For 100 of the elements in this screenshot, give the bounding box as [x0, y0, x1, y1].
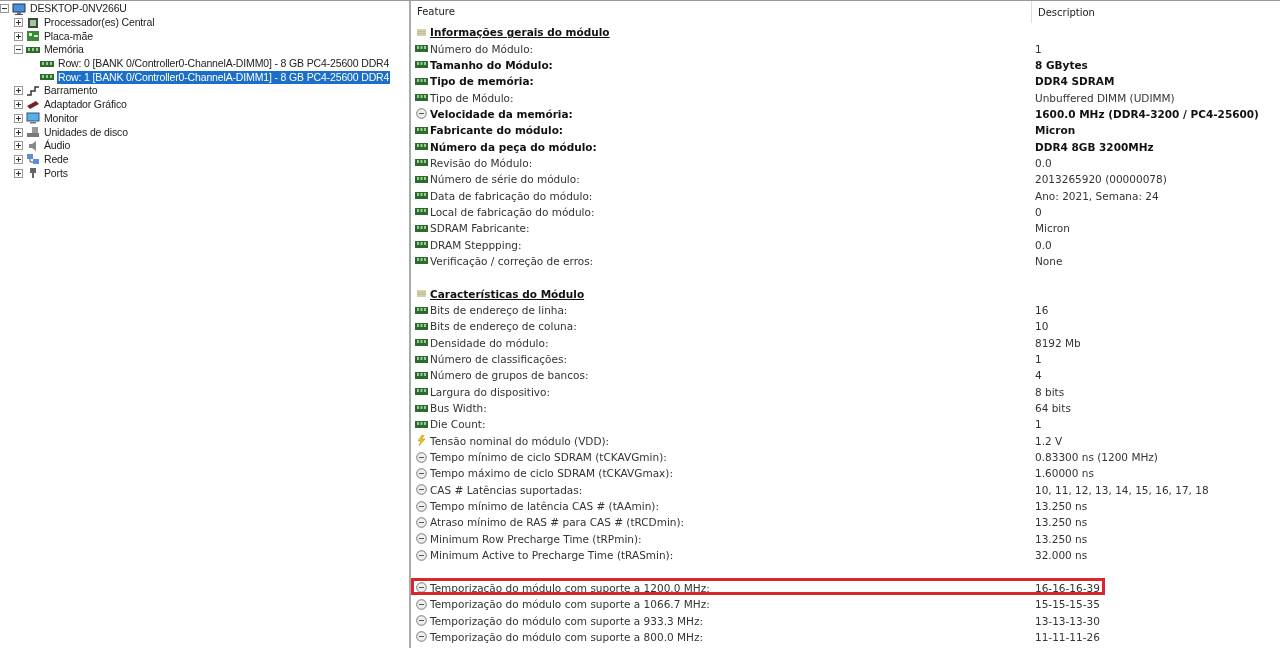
feature-value: 10, 11, 12, 13, 14, 15, 16, 17, 18 — [1034, 483, 1209, 496]
expand-icon[interactable] — [14, 86, 23, 96]
feature-value: 15-15-15-35 — [1034, 598, 1100, 611]
feature-label: Tipo de memória: — [430, 75, 534, 88]
feature-label: Data de fabricação do módulo: — [430, 189, 593, 202]
feature-label: Tempo mínimo de ciclo SDRAM (tCKAVGmin): — [430, 451, 667, 464]
feature-value: Ano: 2021, Semana: 24 — [1034, 189, 1159, 202]
tree-item[interactable]: DESKTOP-0NV266U — [29, 2, 128, 16]
circuit-board-icon — [26, 30, 40, 43]
feature-label: Tempo mínimo de latência CAS # (tAAmin): — [430, 500, 659, 513]
feature-value: Unbuffered DIMM (UDIMM) — [1034, 91, 1175, 104]
list-icon — [415, 288, 428, 300]
memory-module-icon — [415, 386, 428, 398]
feature-value: 32.000 ns — [1034, 549, 1088, 562]
feature-value: 2013265920 (00000078) — [1034, 173, 1167, 186]
feature-value: 1 — [1034, 42, 1042, 55]
feature-label: Tensão nominal do módulo (VDD): — [430, 434, 610, 447]
feature-label: Tempo máximo de ciclo SDRAM (tCKAVGmax): — [430, 467, 673, 480]
feature-label: Temporização do módulo com suporte a 933.3 MHz: — [430, 614, 703, 627]
clock-icon — [415, 108, 428, 120]
memory-module-icon — [415, 239, 428, 251]
feature-value: 13.250 ns — [1034, 516, 1088, 529]
memory-module-icon — [415, 43, 428, 54]
tree-item[interactable]: Monitor — [43, 111, 79, 125]
clock-icon — [415, 484, 428, 496]
clock-icon — [415, 549, 428, 561]
feature-value: 13.250 ns — [1034, 500, 1088, 513]
computer-icon — [12, 2, 26, 15]
feature-label: Número de série do módulo: — [430, 173, 580, 186]
feature-value: 64 bits — [1034, 402, 1071, 415]
clock-icon — [415, 631, 428, 643]
feature-label: Número do Módulo: — [430, 42, 534, 55]
collapse-icon[interactable] — [14, 45, 23, 55]
clock-icon — [415, 615, 428, 627]
tree-item[interactable]: Rede — [43, 152, 70, 166]
column-header[interactable]: Feature — [411, 1, 1032, 23]
memory-module-icon — [415, 353, 428, 365]
memory-module-icon — [415, 337, 428, 349]
feature-label: Revisão do Módulo: — [430, 156, 533, 169]
feature-label: Fabricante do módulo: — [430, 124, 564, 137]
feature-value: 0.83300 ns (1200 MHz) — [1034, 451, 1158, 464]
expand-icon[interactable] — [14, 113, 23, 123]
feature-value: 13.250 ns — [1034, 532, 1088, 545]
feature-label: Verificação / correção de erros: — [430, 255, 594, 267]
graphics-card-icon — [26, 98, 40, 111]
chip-icon — [26, 16, 40, 29]
feature-label: Número de grupos de bancos: — [430, 369, 589, 382]
tree-item[interactable]: Placa-mãe — [43, 29, 94, 43]
feature-label: Temporização do módulo com suporte a 1066.7 MHz: — [430, 598, 710, 611]
memory-module-icon — [415, 92, 428, 104]
feature-label: Bus Width: — [430, 402, 487, 415]
network-icon — [26, 153, 40, 166]
expand-icon[interactable] — [14, 127, 23, 137]
clock-icon — [415, 500, 428, 512]
lightning-icon — [415, 435, 428, 447]
feature-value: 0 — [1034, 205, 1042, 218]
disk-drive-icon — [26, 126, 40, 139]
tree-item[interactable]: Adaptador Gráfico — [43, 98, 128, 112]
collapse-icon[interactable] — [0, 4, 9, 14]
feature-label: Número da peça do módulo: — [430, 140, 597, 153]
feature-value: 8192 Mb — [1034, 336, 1081, 349]
clock-icon — [415, 517, 428, 528]
feature-value: 16-16-16-39 — [1034, 581, 1100, 594]
tree-item[interactable]: Memória — [43, 43, 85, 57]
feature-value: DDR4 SDRAM — [1034, 75, 1115, 88]
feature-label: Bits de endereço de coluna: — [430, 320, 577, 333]
feature-label: Minimum Row Precharge Time (tRPmin): — [430, 532, 642, 545]
tree-item[interactable]: Processador(es) Central — [43, 16, 156, 30]
memory-module-icon — [415, 157, 428, 169]
feature-label: Local de fabricação do módulo: — [430, 205, 595, 218]
feature-label: DRAM Steppping: — [430, 238, 522, 251]
tree-item[interactable]: Áudio — [43, 139, 72, 153]
memory-module-icon — [415, 75, 428, 87]
feature-label: SDRAM Fabricante: — [430, 222, 530, 235]
bus-icon — [26, 84, 40, 97]
tree-item[interactable]: Row: 0 [BANK 0/Controller0-ChannelA-DIMM0] - 8 GB PC4-25600 DDR4 — [57, 57, 391, 71]
clock-icon — [415, 451, 428, 463]
expand-icon[interactable] — [14, 154, 23, 164]
column-header[interactable]: Description — [1032, 6, 1280, 18]
feature-label: Atraso mínimo de RAS # para CAS # (tRCDmin): — [430, 516, 685, 529]
expand-icon[interactable] — [14, 168, 23, 178]
tree-item[interactable]: Ports — [43, 166, 69, 180]
memory-module-icon — [415, 206, 428, 218]
clock-icon — [415, 467, 428, 479]
section-heading: Informações gerais do módulo — [430, 26, 610, 39]
tree-item[interactable]: Barramento — [43, 84, 99, 98]
feature-value: DDR4 8GB 3200MHz — [1034, 140, 1154, 153]
memory-module-icon — [415, 320, 428, 332]
expand-icon[interactable] — [14, 141, 23, 151]
feature-value: 16 — [1034, 304, 1049, 316]
feature-label: Temporização do módulo com suporte a 1200.0 MHz: — [430, 581, 710, 594]
feature-label: Bits de endereço de linha: — [430, 304, 568, 316]
feature-label: Tipo de Módulo: — [430, 91, 514, 104]
tree-item[interactable]: Row: 1 [BANK 0/Controller0-ChannelA-DIMM1] - 8 GB PC4-25600 DDR4 — [57, 70, 391, 84]
feature-value: 1 — [1034, 353, 1042, 366]
expand-icon[interactable] — [14, 18, 23, 28]
tree-item[interactable]: Unidades de disco — [43, 125, 129, 139]
expand-icon[interactable] — [14, 31, 23, 41]
expand-icon[interactable] — [14, 100, 23, 110]
clock-icon — [415, 582, 428, 594]
